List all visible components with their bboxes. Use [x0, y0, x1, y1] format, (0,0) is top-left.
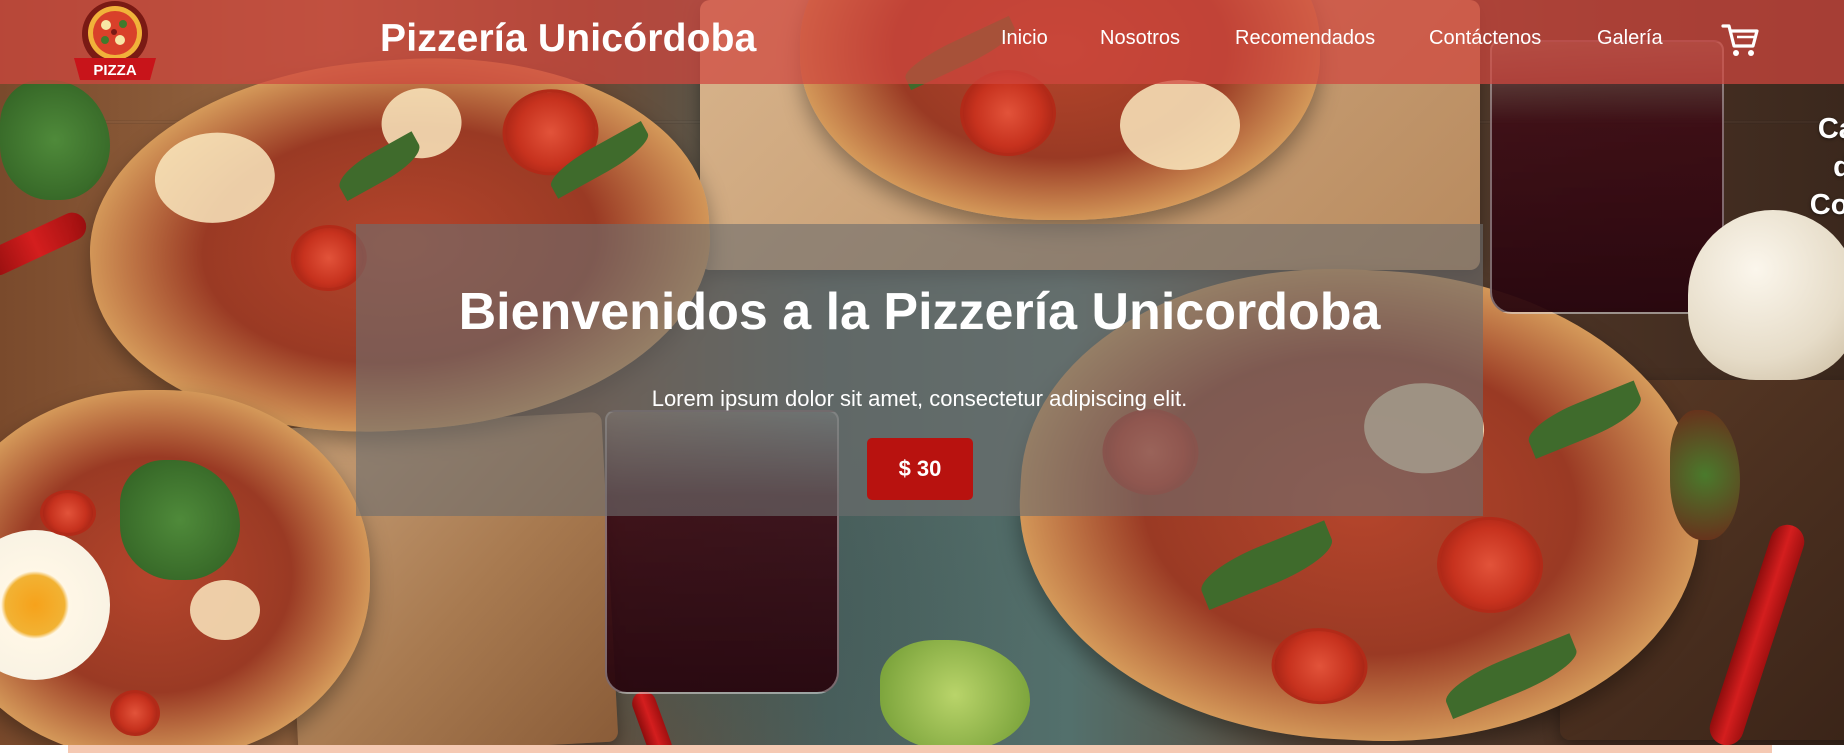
nav-link-inicio[interactable]: Inicio: [1001, 27, 1048, 50]
side-cart-text: Car d Com: [1772, 110, 1844, 224]
nav-link-contactenos[interactable]: Contáctenos: [1429, 27, 1541, 50]
side-text-line-1: Car: [1817, 113, 1844, 145]
page: PIZZA Pizzería Unicórdoba Inicio Nosotro…: [0, 0, 1844, 753]
price-button[interactable]: $ 30: [867, 438, 973, 500]
hero-subtitle: Lorem ipsum dolor sit amet, consectetur …: [651, 386, 1188, 411]
main-navigation: Inicio Nosotros Recomendados Contáctenos…: [0, 0, 1844, 84]
hero-title: Bienvenidos a la Pizzería Unicordoba: [458, 283, 1381, 341]
side-text-line-3: Com: [1809, 189, 1844, 221]
side-text-line-2: d: [1833, 151, 1844, 183]
nav-link-galeria[interactable]: Galería: [1597, 27, 1663, 50]
hero-card: Bienvenidos a la Pizzería Unicordoba Lor…: [356, 224, 1483, 516]
cart-button[interactable]: [1720, 20, 1760, 60]
nav-link-nosotros[interactable]: Nosotros: [1100, 27, 1180, 50]
shopping-cart-icon: [1721, 24, 1759, 56]
section-divider-strip: [68, 745, 1772, 753]
nav-link-recomendados[interactable]: Recomendados: [1235, 27, 1375, 50]
navbar: PIZZA Pizzería Unicórdoba Inicio Nosotro…: [0, 0, 1844, 84]
